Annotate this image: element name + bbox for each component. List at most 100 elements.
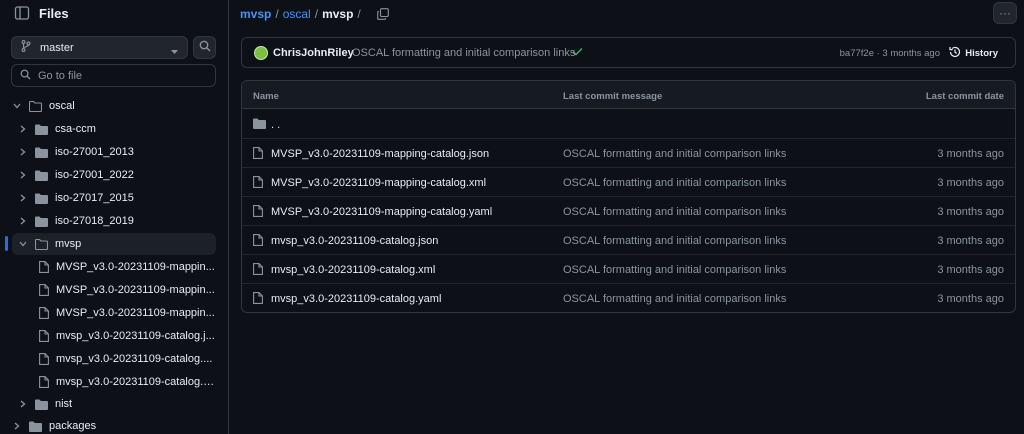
file-icon <box>253 234 263 249</box>
parent-directory-row[interactable]: . . <box>242 110 1015 139</box>
commit-date: 3 months ago <box>937 206 1004 218</box>
file-name-link[interactable]: mvsp_v3.0-20231109-catalog.yaml <box>271 293 441 305</box>
chevron-right-icon[interactable] <box>18 147 28 157</box>
file-icon <box>39 284 49 296</box>
tree-folder-iso-27001-2013[interactable]: iso-27001_2013 <box>4 141 216 163</box>
commit-message-link[interactable]: OSCAL formatting and initial comparison … <box>563 177 786 189</box>
tree-file[interactable]: MVSP_v3.0-20231109-mappin... <box>37 279 216 301</box>
folder-icon <box>29 421 42 432</box>
tree-folder-mvsp[interactable]: mvsp <box>12 233 216 255</box>
branch-name: master <box>40 41 74 54</box>
commit-message-link[interactable]: OSCAL formatting and initial comparison … <box>563 148 786 160</box>
tree-folder-csa-ccm[interactable]: csa-ccm <box>4 118 216 140</box>
file-name-link[interactable]: MVSP_v3.0-20231109-mapping-catalog.xml <box>271 177 486 189</box>
file-icon <box>39 376 49 388</box>
commit-message-link[interactable]: OSCAL formatting and initial comparison … <box>563 293 786 305</box>
breadcrumb: mvsp / oscal / mvsp / <box>240 5 389 23</box>
chevron-right-icon[interactable] <box>18 170 28 180</box>
file-icon <box>39 261 49 273</box>
go-to-file-input[interactable] <box>38 69 208 82</box>
tree-item-label: iso-27001_2013 <box>55 146 134 158</box>
breadcrumb-separator: / <box>275 7 279 21</box>
history-label: History <box>965 48 998 59</box>
selection-indicator <box>5 236 8 251</box>
search-button[interactable] <box>193 36 216 59</box>
folder-icon <box>35 147 48 158</box>
breadcrumb-current: mvsp <box>322 7 354 21</box>
tree-folder-packages[interactable]: packages <box>4 415 216 434</box>
commit-sha-and-time[interactable]: ba77f2e · 3 months ago <box>840 48 940 59</box>
sidebar-header: Files <box>0 0 229 28</box>
tree-folder-iso-27017-2015[interactable]: iso-27017_2015 <box>4 187 216 209</box>
search-icon <box>199 40 211 55</box>
search-icon <box>20 69 31 83</box>
commit-date: 3 months ago <box>937 148 1004 160</box>
commit-message-link[interactable]: OSCAL formatting and initial comparison … <box>563 235 786 247</box>
table-row[interactable]: MVSP_v3.0-20231109-mapping-catalog.xml O… <box>242 168 1015 197</box>
sidebar-toggle-icon[interactable] <box>13 4 31 22</box>
table-header: Name Last commit message Last commit dat… <box>242 81 1015 109</box>
tree-item-label: mvsp_v3.0-20231109-catalog.y... <box>56 376 216 388</box>
commit-message-link[interactable]: OSCAL formatting and initial comparison … <box>352 47 575 59</box>
commit-message-link[interactable]: OSCAL formatting and initial comparison … <box>563 264 786 276</box>
folder-icon <box>35 124 48 135</box>
commit-date: 3 months ago <box>937 293 1004 305</box>
git-branch-icon <box>21 40 31 55</box>
file-name-link[interactable]: MVSP_v3.0-20231109-mapping-catalog.yaml <box>271 206 492 218</box>
tree-file[interactable]: mvsp_v3.0-20231109-catalog.y... <box>37 371 216 393</box>
commit-date: 3 months ago <box>937 264 1004 276</box>
tree-folder-oscal[interactable]: oscal <box>4 95 216 117</box>
chevron-right-icon[interactable] <box>18 193 28 203</box>
table-row[interactable]: MVSP_v3.0-20231109-mapping-catalog.json … <box>242 139 1015 168</box>
folder-icon <box>35 193 48 204</box>
table-row[interactable]: mvsp_v3.0-20231109-catalog.xml OSCAL for… <box>242 255 1015 284</box>
file-name-link[interactable]: mvsp_v3.0-20231109-catalog.xml <box>271 264 435 276</box>
file-name-link[interactable]: mvsp_v3.0-20231109-catalog.json <box>271 235 438 247</box>
file-icon <box>39 353 49 365</box>
tree-item-label: MVSP_v3.0-20231109-mappin... <box>56 261 215 273</box>
chevron-down-icon[interactable] <box>12 101 22 111</box>
column-header-message: Last commit message <box>563 91 663 102</box>
check-icon[interactable] <box>572 47 583 59</box>
breadcrumb-repo-link[interactable]: mvsp <box>240 7 271 21</box>
file-icon <box>253 176 263 191</box>
chevron-down-icon[interactable] <box>18 239 28 249</box>
file-table: Name Last commit message Last commit dat… <box>241 80 1016 313</box>
branch-selector-button[interactable]: master <box>11 36 188 59</box>
avatar[interactable] <box>254 46 268 60</box>
table-row[interactable]: MVSP_v3.0-20231109-mapping-catalog.yaml … <box>242 197 1015 226</box>
chevron-right-icon[interactable] <box>18 399 28 409</box>
tree-folder-iso-27018-2019[interactable]: iso-27018_2019 <box>4 210 216 232</box>
tree-file[interactable]: mvsp_v3.0-20231109-catalog.... <box>37 348 216 370</box>
tree-item-label: csa-ccm <box>55 123 96 135</box>
history-button[interactable]: History <box>949 46 998 61</box>
breadcrumb-folder-link[interactable]: oscal <box>283 7 311 21</box>
tree-item-label: MVSP_v3.0-20231109-mappin... <box>56 284 215 296</box>
tree-file[interactable]: MVSP_v3.0-20231109-mappin... <box>37 256 216 278</box>
parent-directory-link[interactable]: . . <box>271 119 280 131</box>
tree-file[interactable]: mvsp_v3.0-20231109-catalog.j... <box>37 325 216 347</box>
go-to-file-field[interactable] <box>11 64 216 87</box>
tree-item-label: mvsp <box>55 238 82 250</box>
tree-folder-nist[interactable]: nist <box>4 393 216 415</box>
commit-author-link[interactable]: ChrisJohnRiley <box>273 47 354 59</box>
file-name-link[interactable]: MVSP_v3.0-20231109-mapping-catalog.json <box>271 148 489 160</box>
tree-folder-iso-27001-2022[interactable]: iso-27001_2022 <box>4 164 216 186</box>
tree-file[interactable]: MVSP_v3.0-20231109-mappin... <box>37 302 216 324</box>
file-icon <box>253 205 263 220</box>
tree-item-label: mvsp_v3.0-20231109-catalog.j... <box>56 330 215 342</box>
folder-open-icon <box>29 100 42 112</box>
file-icon <box>39 307 49 319</box>
table-row[interactable]: mvsp_v3.0-20231109-catalog.json OSCAL fo… <box>242 226 1015 255</box>
copy-icon[interactable] <box>376 8 389 20</box>
chevron-right-icon[interactable] <box>18 216 28 226</box>
chevron-right-icon[interactable] <box>12 421 22 431</box>
file-icon <box>253 147 263 162</box>
folder-open-icon <box>35 238 48 250</box>
commit-message-link[interactable]: OSCAL formatting and initial comparison … <box>563 206 786 218</box>
more-options-button[interactable]: ··· <box>993 2 1017 24</box>
chevron-right-icon[interactable] <box>18 124 28 134</box>
breadcrumb-separator: / <box>357 7 361 21</box>
tree-item-label: nist <box>55 398 73 410</box>
table-row[interactable]: mvsp_v3.0-20231109-catalog.yaml OSCAL fo… <box>242 284 1015 312</box>
